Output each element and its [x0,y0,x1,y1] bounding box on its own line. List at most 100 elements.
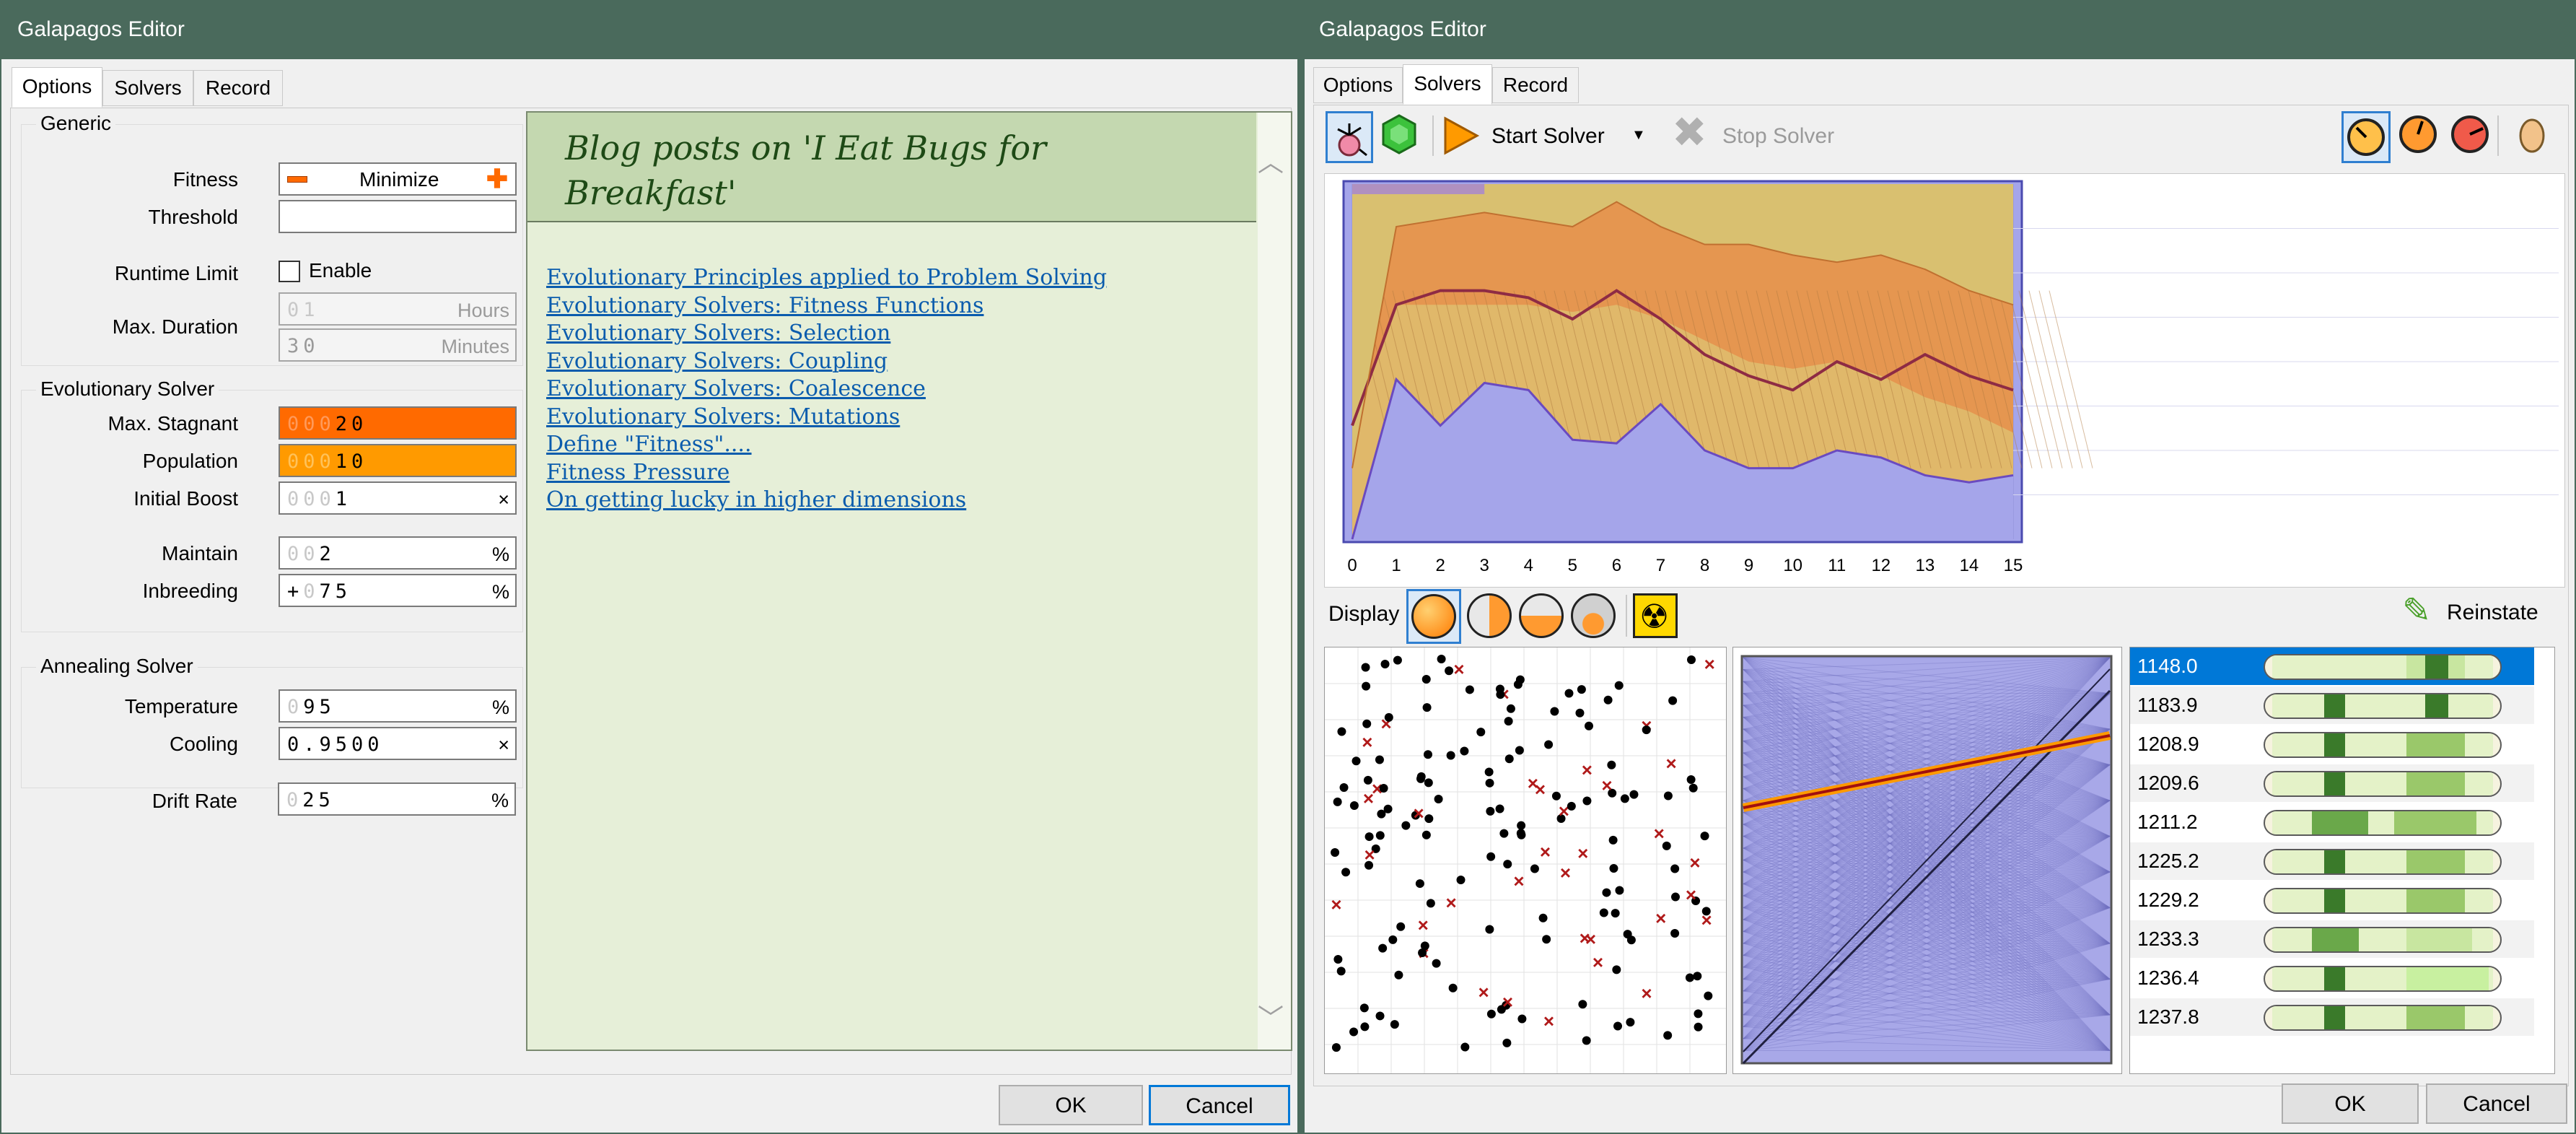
blog-link[interactable]: Evolutionary Solvers: Coalescence [546,375,1239,404]
mutation-marker: × [1560,862,1571,884]
genome-point [1465,685,1474,694]
chevron-down-icon[interactable]: ▼ [1631,127,1646,144]
genome-bar [2264,888,2502,914]
blog-scrollbar[interactable] [1258,113,1291,1050]
genome-point [1333,797,1342,806]
rank-row[interactable]: 1225.2 [2130,842,2534,880]
ball-icon[interactable] [1467,593,1512,638]
egg-button[interactable] [2510,113,2554,156]
speed-fast-button[interactable] [2448,113,2492,156]
hours-field[interactable]: 01 Hours [279,292,517,326]
population-scatter: ×××××××××××××××××××××××××××××××××××× [1324,647,1727,1074]
temperature-field[interactable]: 095 % [279,689,517,723]
speed-medium-button[interactable] [2396,113,2440,156]
rank-row[interactable]: 1237.8 [2130,998,2534,1036]
genome-point [1582,796,1592,806]
mutation-marker: × [1580,927,1590,948]
genome-point [1380,660,1390,669]
inbreeding-field[interactable]: +075 % [279,574,517,607]
x-tick-label: 11 [1828,556,1846,575]
start-icon[interactable] [1441,115,1480,156]
threshold-input[interactable] [279,200,517,233]
cancel-button[interactable]: Cancel [1149,1085,1290,1125]
evolutionary-solver-button[interactable] [1326,111,1373,163]
fitness-value: 1229.2 [2137,889,2199,911]
x-tick-label: 7 [1656,556,1665,575]
genome-point [1668,696,1678,705]
tab-record[interactable]: Record [193,70,283,106]
maximize-icon[interactable]: ✚ [486,166,508,192]
fitness-mode: Minimize [359,168,439,191]
rank-row[interactable]: 1183.9 [2130,686,2534,724]
genome-point [1388,935,1398,944]
blog-link[interactable]: Fitness Pressure [546,459,1239,487]
speed-slow-button[interactable] [2341,111,2391,163]
tab-solvers[interactable]: Solvers [102,70,193,106]
genome-point [1485,925,1494,934]
rank-row[interactable]: 1236.4 [2130,959,2534,997]
display-label: Display [1328,602,1400,626]
initial-boost-field[interactable]: 0001 × [279,481,517,515]
blog-link[interactable]: Evolutionary Principles applied to Probl… [546,264,1239,292]
minutes-field[interactable]: 30 Minutes [279,328,517,362]
radiation-button[interactable]: ☢ [1633,593,1678,638]
tab-options[interactable]: Options [1313,67,1403,103]
fitness-toggle[interactable]: Minimize ✚ [279,162,517,196]
tab-solvers[interactable]: Solvers [1403,64,1492,105]
cancel-button[interactable]: Cancel [2426,1083,2567,1124]
reinstate-button[interactable]: Reinstate [2447,601,2538,625]
genome-point [1694,1022,1703,1031]
maintain-field[interactable]: 002 % [279,536,517,570]
blog-link[interactable]: On getting lucky in higher dimensions [546,487,1239,515]
ok-button[interactable]: OK [2282,1083,2419,1124]
fitness-rank-list: 1148.0 1183.9 1208.9 1209.6 1211.2 1225.2 1229… [2129,647,2555,1074]
genome-bar [2264,810,2502,836]
minimize-icon[interactable] [287,176,307,183]
start-solver-button[interactable]: Start Solver [1491,124,1605,149]
population-field[interactable]: 00010 [279,444,517,477]
stop-solver-button[interactable]: Stop Solver [1722,124,1834,149]
genome-point [1504,754,1514,764]
syringe-icon[interactable]: ✎ [2402,590,2431,631]
tab-options[interactable]: Options [12,67,102,108]
scroll-down-icon[interactable]: ﹀ [1258,998,1284,1035]
tab-record[interactable]: Record [1492,67,1579,103]
stop-icon[interactable]: ✖ [1672,111,1707,154]
blog-link[interactable]: Evolutionary Solvers: Fitness Functions [546,292,1239,320]
x-tick-label: 9 [1744,556,1753,575]
rank-row[interactable]: 1148.0 [2130,647,2534,685]
x-tick-label: 14 [1960,556,1979,575]
annealing-solver-button[interactable] [1377,113,1421,156]
ball-icon[interactable] [1519,593,1564,638]
ball-icon[interactable] [1571,593,1616,638]
gauge-icon [2399,115,2437,153]
display-button-1[interactable] [1406,589,1461,644]
genome-point [1663,791,1673,801]
blog-link[interactable]: Evolutionary Solvers: Mutations [546,404,1239,432]
fitness-label: Fitness [172,168,238,191]
genome-point [1424,778,1433,788]
drift-rate-field[interactable]: 025 % [278,782,516,816]
genome-point [1686,655,1696,665]
rank-row[interactable]: 1211.2 [2130,803,2534,841]
rank-row[interactable]: 1209.6 [2130,764,2534,802]
rank-row[interactable]: 1229.2 [2130,881,2534,919]
genome-point [1359,1003,1369,1013]
rank-row[interactable]: 1233.3 [2130,920,2534,958]
ok-button[interactable]: OK [999,1085,1143,1125]
fitness-value: 1211.2 [2137,811,2198,833]
blog-link[interactable]: Define "Fitness".... [546,431,1239,459]
blog-link[interactable]: Evolutionary Solvers: Coupling [546,348,1239,376]
mutation-marker: × [1654,823,1665,845]
max-stagnant-field[interactable]: 00020 [279,406,517,440]
enable-checkbox[interactable] [279,261,300,282]
cooling-field[interactable]: 0.9500 × [279,727,517,760]
rank-row[interactable]: 1208.9 [2130,725,2534,763]
genome-point [1663,1031,1673,1040]
genome-bar [2264,927,2502,953]
scroll-up-icon[interactable]: ︿ [1258,141,1284,179]
mutation-marker: × [1331,894,1341,915]
blog-link[interactable]: Evolutionary Solvers: Selection [546,320,1239,348]
genome-bar [2264,693,2502,719]
gem-icon [1382,114,1416,154]
